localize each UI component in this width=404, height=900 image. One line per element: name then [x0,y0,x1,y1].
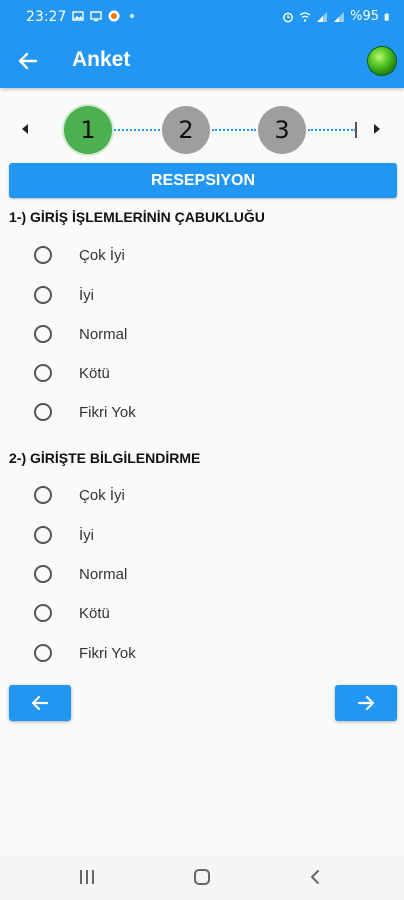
radio-option[interactable]: Normal [34,322,334,346]
option-label: İyi [79,526,94,544]
system-nav-bar [0,855,404,900]
option-label: Fikri Yok [79,644,136,662]
step-3[interactable]: 3 [258,106,306,154]
radio-button[interactable] [34,325,52,343]
radio-option[interactable]: Kötü [34,601,334,625]
option-label: Normal [79,325,128,343]
option-label: İyi [79,286,94,304]
signal-icon [317,11,328,22]
step-connector [114,129,160,131]
next-button[interactable] [335,685,397,721]
radio-option[interactable]: Çok İyi [34,243,334,267]
question-title: 2-) GİRİŞTE BİLGİLENDİRME [9,450,201,466]
section-header-button[interactable]: RESEPSIYON [9,163,397,198]
step-connector [308,129,356,131]
monitor-icon [90,11,102,22]
status-time: 23:27 [26,9,67,25]
stepper: 1 2 3 [0,100,404,160]
system-back-icon[interactable] [308,869,322,885]
option-label: Çok İyi [79,486,125,504]
previous-button[interactable] [9,685,71,721]
radio-option[interactable]: İyi [34,523,334,547]
radio-button[interactable] [34,364,52,382]
option-label: Fikri Yok [79,403,136,421]
question-title: 1-) GİRİŞ İŞLEMLERİNİN ÇABUKLUĞU [9,209,265,225]
step-connector [212,129,256,131]
radio-button[interactable] [34,565,52,583]
radio-button[interactable] [34,246,52,264]
radio-option[interactable]: Çok İyi [34,483,334,507]
back-arrow-icon[interactable] [16,49,40,73]
radio-button[interactable] [34,604,52,622]
radio-button[interactable] [34,644,52,662]
image-icon [72,11,84,21]
home-icon[interactable] [194,869,210,885]
app-bar: Anket [0,34,404,88]
radio-option[interactable]: İyi [34,283,334,307]
wifi-icon [299,11,311,22]
arrow-left-icon [31,695,49,711]
radio-button[interactable] [34,286,52,304]
radio-button[interactable] [34,403,52,421]
signal-icon-2 [334,11,345,22]
radio-option[interactable]: Fikri Yok [34,400,334,424]
battery-percent: %95 [350,9,379,24]
recents-icon[interactable] [80,870,94,884]
battery-icon [384,12,389,21]
option-label: Kötü [79,604,110,622]
option-label: Çok İyi [79,246,125,264]
globe-icon[interactable] [368,47,396,75]
page-title: Anket [72,48,131,71]
step-partial [355,122,357,138]
dot-icon [130,14,134,18]
status-right-icons: %95 [282,9,392,24]
app-notification-icon [108,10,120,22]
radio-option[interactable]: Fikri Yok [34,641,334,665]
status-left-icons [72,10,138,22]
option-label: Kötü [79,364,110,382]
stepper-prev-icon[interactable] [22,124,28,134]
status-bar: 23:27 %95 [0,0,404,34]
arrow-right-icon [357,695,375,711]
step-1[interactable]: 1 [64,106,112,154]
option-label: Normal [79,565,128,583]
radio-button[interactable] [34,526,52,544]
stepper-next-icon[interactable] [374,124,380,134]
radio-option[interactable]: Normal [34,562,334,586]
radio-option[interactable]: Kötü [34,361,334,385]
step-2[interactable]: 2 [162,106,210,154]
radio-button[interactable] [34,486,52,504]
alarm-icon [283,12,293,22]
